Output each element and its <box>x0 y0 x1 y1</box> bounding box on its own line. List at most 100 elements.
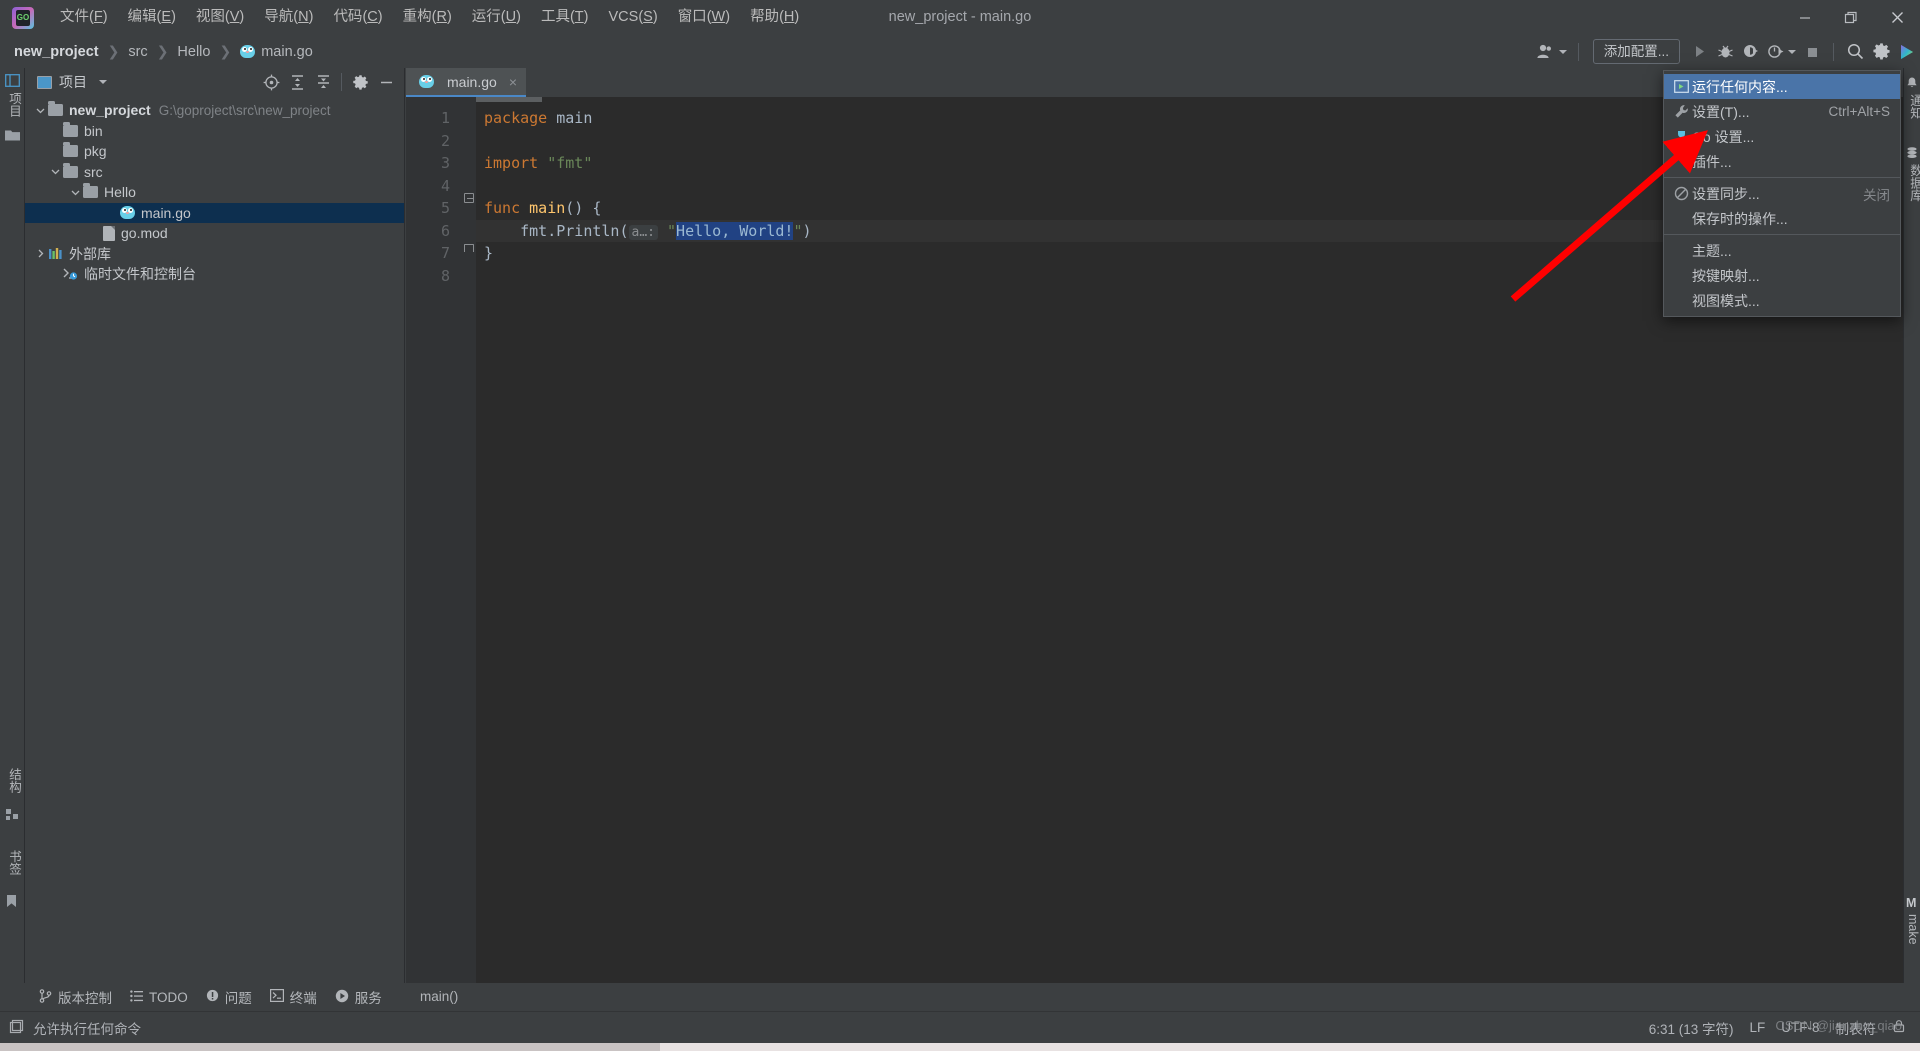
go-file-icon <box>419 74 434 90</box>
tree-node-label: Hello <box>104 184 136 201</box>
add-configuration-button[interactable]: 添加配置... <box>1592 39 1680 64</box>
select-opened-file-icon[interactable] <box>259 71 283 93</box>
menu-navigate[interactable]: 导航(N) <box>254 0 323 35</box>
menu-item-plugins[interactable]: 插件... <box>1664 149 1900 174</box>
line-separator[interactable]: LF <box>1749 1020 1765 1035</box>
user-avatar-icon[interactable] <box>1533 39 1570 65</box>
search-icon[interactable] <box>1842 39 1868 65</box>
breadcrumb-project[interactable]: new_project <box>14 44 99 60</box>
menu-window[interactable]: 窗口(W) <box>668 0 740 35</box>
caret-position[interactable]: 6:31 (13 字符) <box>1649 1018 1734 1038</box>
tree-node-go-mod[interactable]: go.mod <box>25 223 404 244</box>
tree-node-label: new_project <box>69 102 151 119</box>
line-number: 2 <box>440 131 450 150</box>
right-strip-label-notifications[interactable]: 通知 <box>1906 94 1920 119</box>
bottom-item-version-control[interactable]: 版本控制 <box>39 987 112 1007</box>
stop-icon[interactable] <box>1799 39 1825 65</box>
bottom-item-todo[interactable]: TODO <box>130 990 188 1005</box>
menu-item-settings[interactable]: 设置(T)... Ctrl+Alt+S <box>1664 99 1900 124</box>
empty-icon <box>1670 242 1692 260</box>
left-strip-label-bookmarks[interactable]: 书签 <box>5 850 24 875</box>
chevron-down-icon[interactable] <box>48 164 63 179</box>
chevron-down-icon[interactable] <box>68 185 83 200</box>
project-panel-icon[interactable] <box>5 74 20 88</box>
chevron-right-icon[interactable] <box>33 246 48 261</box>
scrollbar-thumb[interactable] <box>0 1043 660 1051</box>
breadcrumb-src[interactable]: src <box>128 44 147 60</box>
ide-logo-icon[interactable] <box>1894 39 1920 65</box>
right-strip-label-make[interactable]: make <box>1906 914 1920 945</box>
menu-item-actions-on-save[interactable]: 保存时的操作... <box>1664 206 1900 231</box>
menu-item-view-mode[interactable]: 视图模式... <box>1664 288 1900 313</box>
editor-tab-main-go[interactable]: main.go × <box>406 68 526 97</box>
tree-node-bin[interactable]: bin <box>25 121 404 142</box>
tree-node-external-libraries[interactable]: 外部库 <box>25 244 404 265</box>
debug-icon[interactable] <box>1712 39 1738 65</box>
close-icon[interactable]: × <box>509 74 517 90</box>
left-strip-label-structure[interactable]: 结构 <box>5 768 24 793</box>
breadcrumb-main-go[interactable]: main.go <box>261 44 313 60</box>
settings-gear-icon[interactable] <box>348 71 372 93</box>
breadcrumb-separator-icon: ❯ <box>219 43 232 59</box>
menu-run[interactable]: 运行(U) <box>462 0 531 35</box>
chevron-down-icon[interactable] <box>33 103 48 118</box>
profiler-icon[interactable] <box>1764 39 1799 65</box>
tree-node-scratches-consoles[interactable]: 临时文件和控制台 <box>25 264 404 285</box>
menu-item-shortcut: Ctrl+Alt+S <box>1828 104 1890 119</box>
tree-node-pkg[interactable]: pkg <box>25 141 404 162</box>
page-horizontal-scrollbar[interactable] <box>0 1043 1920 1051</box>
close-icon[interactable] <box>1874 0 1920 35</box>
menu-item-theme[interactable]: 主题... <box>1664 238 1900 263</box>
folder-icon <box>83 183 98 199</box>
panel-divider <box>341 73 342 91</box>
empty-icon <box>1670 210 1692 228</box>
left-strip-label-project[interactable]: 项目 <box>5 92 24 117</box>
bottom-item-problems[interactable]: 问题 <box>206 987 252 1007</box>
run-icon[interactable] <box>1686 39 1712 65</box>
minimize-icon[interactable] <box>1782 0 1828 35</box>
tree-node-src[interactable]: src <box>25 162 404 183</box>
database-icon[interactable] <box>1905 146 1920 160</box>
menu-refactor[interactable]: 重构(R) <box>393 0 462 35</box>
indent-setting[interactable]: 制表符 <box>1836 1018 1877 1038</box>
menu-item-keymap[interactable]: 按键映射... <box>1664 263 1900 288</box>
window-controls <box>1782 0 1920 35</box>
menu-item-label: 设置(T)... <box>1692 103 1750 120</box>
status-bar-right: 6:31 (13 字符) LF UTF-8 制表符 <box>1649 1018 1920 1038</box>
project-panel-icon <box>37 75 52 89</box>
right-strip-label-database[interactable]: 数据库 <box>1906 164 1920 202</box>
collapse-all-icon[interactable] <box>311 71 335 93</box>
fold-end-icon[interactable] <box>464 244 474 252</box>
lock-icon[interactable] <box>1892 1019 1906 1036</box>
notifications-bell-icon[interactable] <box>1905 76 1920 90</box>
bookmark-icon[interactable] <box>5 894 20 908</box>
file-encoding[interactable]: UTF-8 <box>1781 1020 1819 1035</box>
maximize-icon[interactable] <box>1828 0 1874 35</box>
menu-help[interactable]: 帮助(H) <box>740 0 809 35</box>
parameter-hint: a…: <box>628 224 658 240</box>
hide-panel-icon[interactable] <box>374 71 398 93</box>
menu-edit[interactable]: 编辑(E) <box>118 0 186 35</box>
bottom-item-services[interactable]: 服务 <box>335 987 382 1007</box>
menu-tools[interactable]: 工具(T) <box>531 0 599 35</box>
fold-collapse-icon[interactable] <box>464 193 474 203</box>
terminal-box-icon[interactable] <box>9 1019 24 1037</box>
breadcrumb-hello[interactable]: Hello <box>177 44 210 60</box>
tree-node-main-go[interactable]: main.go <box>25 202 404 223</box>
menu-vcs[interactable]: VCS(S) <box>599 0 668 35</box>
menu-code[interactable]: 代码(C) <box>323 0 392 35</box>
tree-node-hello[interactable]: Hello <box>25 182 404 203</box>
bottom-item-terminal[interactable]: 终端 <box>269 987 317 1007</box>
menu-item-run-anything[interactable]: 运行任何内容... <box>1664 74 1900 99</box>
structure-icon[interactable] <box>5 808 20 822</box>
expand-all-icon[interactable] <box>285 71 309 93</box>
tree-node-new-project[interactable]: new_project G:\goproject\src\new_project <box>25 100 404 121</box>
chevron-down-icon[interactable] <box>99 80 107 84</box>
settings-gear-icon[interactable] <box>1868 39 1894 65</box>
menu-item-settings-sync[interactable]: 设置同步... 关闭 <box>1664 181 1900 206</box>
coverage-icon[interactable] <box>1738 39 1764 65</box>
folder-icon[interactable] <box>5 128 20 142</box>
menu-file[interactable]: 文件(F) <box>50 0 118 35</box>
menu-view[interactable]: 视图(V) <box>186 0 254 35</box>
menu-item-go-settings[interactable]: Go 设置... <box>1664 124 1900 149</box>
